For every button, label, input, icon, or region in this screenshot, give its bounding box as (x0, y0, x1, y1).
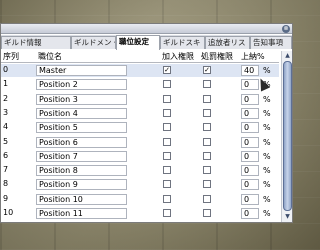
row-index: 4 (3, 122, 9, 132)
close-icon[interactable]: ⊗ (282, 25, 290, 33)
join-permission-checkbox[interactable] (163, 108, 171, 117)
tax-percent-input[interactable]: 0 (241, 136, 259, 148)
join-permission-checkbox[interactable]: ✓ (163, 66, 171, 74)
position-name-input[interactable]: Position 2 (36, 79, 127, 91)
table-row[interactable]: 9 Position 10 0% (1, 193, 279, 206)
position-name-input[interactable]: Position 8 (36, 165, 127, 177)
row-index: 10 (3, 208, 14, 217)
tax-percent-input[interactable]: 40 (241, 65, 259, 76)
position-name-input[interactable]: Position 3 (36, 93, 127, 105)
row-index: 1 (3, 79, 9, 89)
tab-bar: ギルド情報 ギルドメン・ 職位設定 ギルドスキ 追放者リス 告知事項 (1, 35, 292, 50)
tax-percent-input[interactable]: 0 (241, 122, 259, 134)
expel-permission-checkbox[interactable] (203, 180, 211, 189)
join-permission-checkbox[interactable] (163, 166, 171, 175)
row-index: 0 (3, 65, 9, 74)
expel-permission-checkbox[interactable] (203, 209, 211, 217)
join-permission-checkbox[interactable] (163, 80, 171, 89)
scrollbar[interactable]: ▲ ▼ (281, 51, 292, 222)
join-permission-checkbox[interactable] (163, 180, 171, 189)
table-row[interactable]: 10 Position 11 0% (1, 207, 279, 220)
expel-permission-checkbox[interactable] (203, 80, 211, 89)
table-row[interactable]: 1 Position 2 0% (1, 78, 279, 91)
position-name-input[interactable]: Position 7 (36, 150, 127, 162)
percent-sign: % (263, 94, 271, 104)
tab-expelled-list[interactable]: 追放者リス (205, 36, 250, 49)
percent-sign: % (263, 194, 271, 204)
tax-percent-input[interactable]: 0 (241, 193, 259, 205)
position-name-input[interactable]: Position 10 (36, 193, 127, 205)
scroll-thumb[interactable] (283, 61, 292, 211)
table-row[interactable]: 0 Master ✓ ✓ 40% (1, 64, 279, 77)
table-row[interactable]: 7 Position 8 0% (1, 164, 279, 177)
join-permission-checkbox[interactable] (163, 209, 171, 217)
row-index: 7 (3, 165, 9, 175)
table-row[interactable]: 3 Position 4 0% (1, 107, 279, 120)
column-header-name: 職位名 (38, 52, 62, 61)
row-index: 9 (3, 193, 9, 203)
row-index: 8 (3, 179, 9, 189)
position-name-input[interactable]: Position 9 (36, 179, 127, 191)
column-header-tax: 上納% (241, 52, 265, 61)
expel-permission-checkbox[interactable] (203, 151, 211, 160)
join-permission-checkbox[interactable] (163, 194, 171, 203)
position-name-input[interactable]: Position 4 (36, 107, 127, 119)
expel-permission-checkbox[interactable] (203, 194, 211, 203)
expel-permission-checkbox[interactable] (203, 137, 211, 146)
join-permission-checkbox[interactable] (163, 123, 171, 132)
join-permission-checkbox[interactable] (163, 137, 171, 146)
position-name-input[interactable]: Position 11 (36, 208, 127, 219)
position-table: 0 Master ✓ ✓ 40% 1 Position 2 0% 2 Position 3 0% 3 P… (1, 64, 279, 222)
table-row[interactable]: 2 Position 3 0% (1, 93, 279, 106)
row-index: 6 (3, 150, 9, 160)
tab-guild-skills[interactable]: ギルドスキ (160, 36, 205, 49)
tax-percent-input[interactable]: 0 (241, 165, 259, 177)
tab-guild-info[interactable]: ギルド情報 (1, 36, 71, 49)
guild-window: ⊗ ギルド情報 ギルドメン・ 職位設定 ギルドスキ 追放者リス 告知事項 序列 … (0, 23, 293, 223)
tab-position-settings[interactable]: 職位設定 (116, 35, 160, 50)
expel-permission-checkbox[interactable] (203, 166, 211, 175)
table-row[interactable]: 5 Position 6 0% (1, 136, 279, 149)
percent-sign: % (263, 180, 271, 190)
percent-sign: % (263, 108, 271, 118)
expel-permission-checkbox[interactable] (203, 94, 211, 103)
percent-sign: % (263, 66, 271, 75)
tab-notice[interactable]: 告知事項 (250, 36, 292, 49)
position-name-input[interactable]: Master (36, 65, 127, 76)
column-header-index: 序列 (3, 52, 19, 61)
percent-sign: % (263, 123, 271, 133)
column-header-join: 加入権限 (162, 52, 194, 61)
tax-percent-input[interactable]: 0 (241, 93, 259, 105)
table-row[interactable]: 8 Position 9 0% (1, 178, 279, 191)
scroll-down-icon[interactable]: ▼ (283, 213, 292, 221)
percent-sign: % (263, 137, 271, 147)
expel-permission-checkbox[interactable] (203, 123, 211, 132)
position-name-input[interactable]: Position 5 (36, 122, 127, 134)
percent-sign: % (263, 166, 271, 176)
table-header: 序列 職位名 加入権限 処罰権限 上納% (1, 51, 279, 63)
scroll-up-icon[interactable]: ▲ (283, 52, 292, 60)
tax-percent-input[interactable]: 0 (241, 208, 259, 219)
percent-sign: % (263, 151, 271, 161)
percent-sign: % (263, 209, 271, 218)
expel-permission-checkbox[interactable]: ✓ (203, 66, 211, 74)
window-titlebar[interactable]: ⊗ (1, 24, 292, 34)
join-permission-checkbox[interactable] (163, 151, 171, 160)
tax-percent-input[interactable]: 0 (241, 179, 259, 191)
position-name-input[interactable]: Position 6 (36, 136, 127, 148)
row-index: 5 (3, 136, 9, 146)
expel-permission-checkbox[interactable] (203, 108, 211, 117)
join-permission-checkbox[interactable] (163, 94, 171, 103)
row-index: 3 (3, 107, 9, 117)
table-row[interactable]: 6 Position 7 0% (1, 150, 279, 163)
tab-guild-members[interactable]: ギルドメン・ (71, 36, 116, 49)
table-row[interactable]: 4 Position 5 0% (1, 121, 279, 134)
column-header-expel: 処罰権限 (201, 52, 233, 61)
row-index: 2 (3, 93, 9, 103)
tax-percent-input[interactable]: 0 (241, 150, 259, 162)
tax-percent-input[interactable]: 0 (241, 107, 259, 119)
